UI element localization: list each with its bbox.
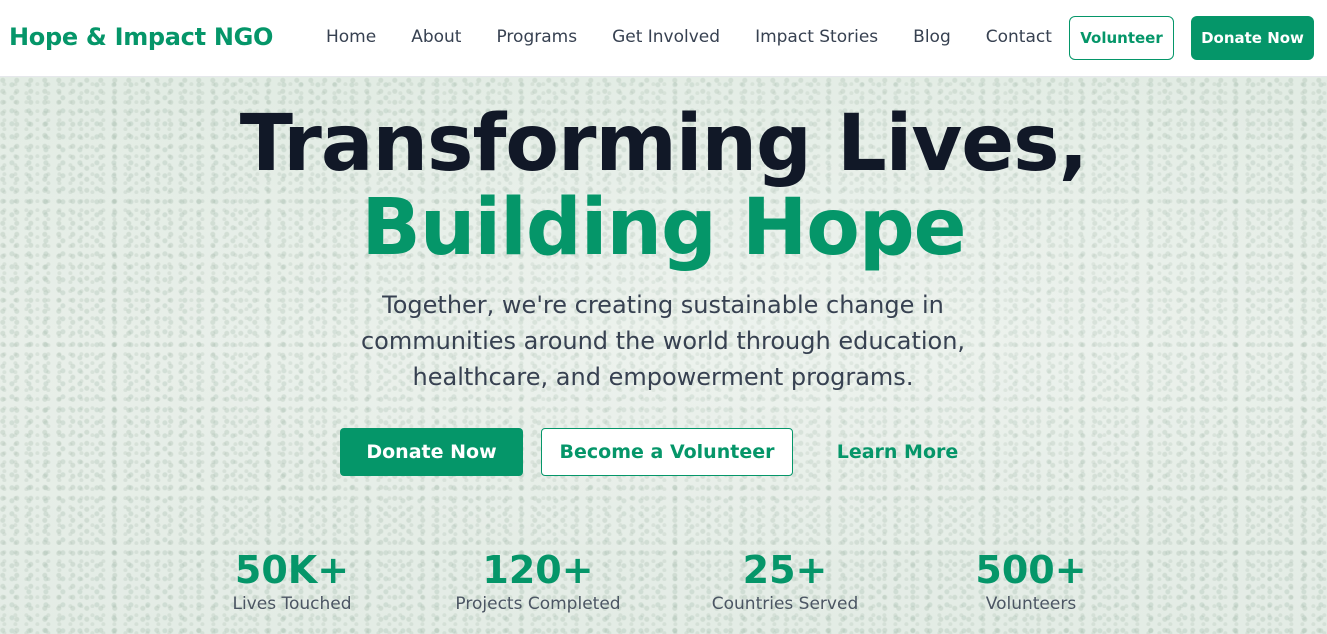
stat-label: Projects Completed xyxy=(455,594,621,614)
stat-label: Countries Served xyxy=(711,594,859,614)
nav-link-programs[interactable]: Programs xyxy=(496,27,577,47)
nav-link-contact[interactable]: Contact xyxy=(986,27,1052,47)
stat-value: 25+ xyxy=(742,548,828,592)
nav-link-get-involved[interactable]: Get Involved xyxy=(612,27,720,47)
stat-lives-touched: 50K+ Lives Touched xyxy=(182,547,402,615)
hero-content: Transforming Lives, Building Hope Togeth… xyxy=(0,77,1327,634)
stat-label: Lives Touched xyxy=(232,594,352,614)
stat-volunteers: 500+ Volunteers xyxy=(921,547,1141,615)
nav-donate-button[interactable]: Donate Now xyxy=(1191,16,1314,60)
stat-label: Volunteers xyxy=(985,594,1077,614)
stat-projects-completed: 120+ Projects Completed xyxy=(428,547,648,615)
hero-volunteer-button[interactable]: Become a Volunteer xyxy=(541,428,793,476)
hero-donate-button[interactable]: Donate Now xyxy=(340,428,523,476)
main-nav: Home About Programs Get Involved Impact … xyxy=(326,27,1087,47)
navbar: Hope & Impact NGO Home About Programs Ge… xyxy=(0,0,1327,77)
brand-logo[interactable]: Hope & Impact NGO xyxy=(9,23,273,51)
stat-value: 120+ xyxy=(482,548,594,592)
nav-link-home[interactable]: Home xyxy=(326,27,376,47)
hero-title-line1: Transforming Lives, xyxy=(239,99,1088,189)
stat-countries-served: 25+ Countries Served xyxy=(675,547,895,615)
nav-link-about[interactable]: About xyxy=(411,27,461,47)
stat-value: 500+ xyxy=(975,548,1087,592)
hero-section: Transforming Lives, Building Hope Togeth… xyxy=(0,77,1327,634)
nav-link-impact-stories[interactable]: Impact Stories xyxy=(755,27,878,47)
hero-subtitle: Together, we're creating sustainable cha… xyxy=(360,291,966,391)
nav-link-blog[interactable]: Blog xyxy=(913,27,951,47)
stat-value: 50K+ xyxy=(234,548,350,592)
hero-title-line2: Building Hope xyxy=(361,183,966,273)
nav-volunteer-button[interactable]: Volunteer xyxy=(1069,16,1174,60)
hero-learn-more-link[interactable]: Learn More xyxy=(825,428,970,476)
